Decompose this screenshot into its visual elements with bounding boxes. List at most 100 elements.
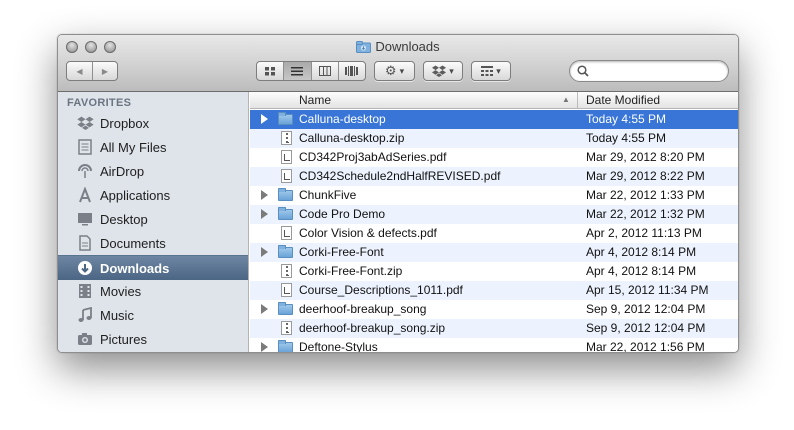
dropbox-menu-button[interactable]: ▾ [423,61,463,81]
sidebar-item-label: Documents [100,235,166,251]
arrange-menu-button[interactable]: ▾ [471,61,511,81]
file-name: deerhoof-breakup_song.zip [299,321,446,335]
folder-icon [278,340,293,352]
disclosure-triangle-icon[interactable] [261,114,268,124]
disclosure-triangle-icon[interactable] [261,190,268,200]
sidebar-item-label: Movies [100,283,142,299]
music-icon [76,306,94,324]
sidebar: FAVORITES Dropbox All My Files AirDrop A… [58,92,249,352]
disclosure-triangle-icon[interactable] [261,304,268,314]
sidebar-item-label: Downloads [100,260,170,276]
file-row[interactable]: Deftone-Stylus Mar 22, 2012 1:56 PM [250,338,738,353]
movies-icon [76,282,94,300]
column-view-button[interactable] [312,62,339,80]
disclosure-triangle-icon[interactable] [261,209,268,219]
column-header-date-modified[interactable]: Date Modified [586,93,660,107]
forward-button[interactable]: ▶ [93,62,117,80]
sidebar-item-applications[interactable]: Applications [58,183,248,207]
folder-icon [278,112,293,125]
zip-file-icon [281,131,292,145]
sidebar-item-label: Pictures [100,331,147,347]
file-name: Calluna-desktop [299,112,386,126]
pdf-file-icon [281,283,292,297]
sidebar-item-pictures[interactable]: Pictures [58,327,248,351]
file-row[interactable]: Course_Descriptions_1011.pdf Apr 15, 2012… [250,281,738,300]
file-row[interactable]: Corki-Free-Font.zip Apr 4, 2012 8:14 PM [250,262,738,281]
column-view-icon [318,66,331,76]
pictures-icon [76,330,94,348]
file-name: Corki-Free-Font [299,245,384,259]
file-name: Deftone-Stylus [299,340,378,353]
file-row[interactable]: CD342Proj3abAdSeries.pdf Mar 29, 2012 8:2… [250,148,738,167]
search-field[interactable] [569,60,729,82]
list-view-button[interactable] [284,62,312,80]
file-row[interactable]: Code Pro Demo Mar 22, 2012 1:32 PM [250,205,738,224]
sidebar-item-downloads[interactable]: Downloads [58,255,248,280]
coverflow-view-button[interactable] [339,62,365,80]
file-date-modified: Mar 22, 2012 1:33 PM [586,188,705,202]
dropbox-icon [76,114,94,132]
file-name: Corki-Free-Font.zip [299,264,403,278]
file-name: Color Vision & defects.pdf [299,226,437,240]
chevron-down-icon: ▾ [449,65,454,76]
folder-icon [278,207,293,220]
back-arrow-icon: ◀ [76,66,83,76]
back-forward-control: ◀ ▶ [66,61,118,81]
file-row[interactable]: deerhoof-breakup_song.zip Sep 9, 2012 12:… [250,319,738,338]
file-date-modified: Today 4:55 PM [586,112,667,126]
file-row[interactable]: Calluna-desktop.zip Today 4:55 PM [250,129,738,148]
toolbar: Downloads ◀ ▶ ⚙ ▾ ▾ ▾ [58,35,738,92]
file-name: deerhoof-breakup_song [299,302,427,316]
pdf-file-icon [281,226,292,240]
sidebar-item-label: All My Files [100,139,167,155]
column-header-bar: Name ▲ Date Modified [250,92,738,109]
forward-arrow-icon: ▶ [101,66,109,76]
sidebar-item-label: AirDrop [100,163,145,179]
downloads-icon [76,259,94,277]
column-header-name[interactable]: Name [299,93,331,107]
file-date-modified: Mar 22, 2012 1:56 PM [586,340,705,353]
zip-file-icon [281,321,292,335]
file-name: ChunkFive [299,188,357,202]
documents-icon [76,234,94,252]
sidebar-item-label: Dropbox [100,115,150,131]
file-date-modified: Apr 15, 2012 11:34 PM [586,283,709,297]
file-date-modified: Apr 4, 2012 8:14 PM [586,264,697,278]
file-name: Code Pro Demo [299,207,386,221]
search-icon [577,65,589,77]
disclosure-triangle-icon[interactable] [261,342,268,352]
file-date-modified: Today 4:55 PM [586,131,667,145]
back-button[interactable]: ◀ [67,62,93,80]
sidebar-item-movies[interactable]: Movies [58,279,248,303]
disclosure-triangle-icon[interactable] [261,247,268,257]
file-row[interactable]: Corki-Free-Font Apr 4, 2012 8:14 PM [250,243,738,262]
chevron-down-icon: ▾ [496,65,501,76]
action-menu-button[interactable]: ⚙ ▾ [374,61,415,81]
file-date-modified: Apr 4, 2012 8:14 PM [586,245,697,259]
downloads-folder-icon [356,41,372,53]
finder-window: Downloads ◀ ▶ ⚙ ▾ ▾ ▾ FAVORITES Dropbox … [57,34,739,353]
zip-file-icon [281,264,292,278]
sidebar-item-desktop[interactable]: Desktop [58,207,248,231]
folder-icon [278,188,293,201]
sidebar-item-airdrop[interactable]: AirDrop [58,159,248,183]
sidebar-item-music[interactable]: Music [58,303,248,327]
file-row[interactable]: Calluna-desktop Today 4:55 PM [250,110,738,129]
icon-view-button[interactable] [257,62,285,80]
file-name: CD342Proj3abAdSeries.pdf [299,150,447,164]
file-row[interactable]: Color Vision & defects.pdf Apr 2, 2012 11… [250,224,738,243]
search-input[interactable] [592,63,726,81]
sidebar-item-all-my-files[interactable]: All My Files [58,135,248,159]
column-divider[interactable] [577,92,578,108]
file-row[interactable]: ChunkFive Mar 22, 2012 1:33 PM [250,186,738,205]
file-row[interactable]: deerhoof-breakup_song Sep 9, 2012 12:04 P… [250,300,738,319]
icon-view-icon [264,66,275,75]
sidebar-item-dropbox[interactable]: Dropbox [58,111,248,135]
file-name: Course_Descriptions_1011.pdf [299,283,463,297]
sidebar-item-label: Desktop [100,211,148,227]
sidebar-item-documents[interactable]: Documents [58,231,248,255]
view-mode-control [256,61,366,81]
pdf-file-icon [281,150,292,164]
file-row[interactable]: CD342Schedule2ndHalfREVISED.pdf Mar 29, 2… [250,167,738,186]
file-date-modified: Mar 29, 2012 8:20 PM [586,150,705,164]
